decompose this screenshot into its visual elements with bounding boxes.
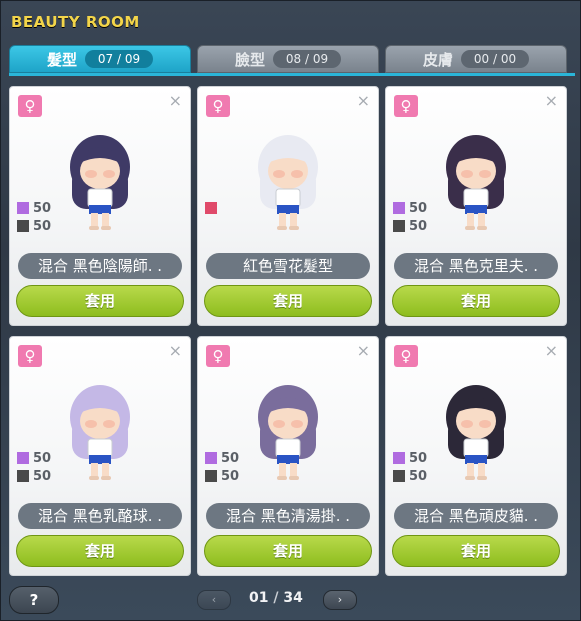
apply-button[interactable]: 套用 [16,285,184,317]
hair-card[interactable]: ♀ × 50 50 混合 黑色頑皮貓. . 套用 [385,336,567,576]
bottom-bar: ? ‹ 01 / 34 › [1,586,581,616]
color-swatch [17,452,29,464]
color-swatch-row: 50 [205,467,239,485]
tab-hair-label: 髮型 [46,50,77,69]
color-swatch [393,470,405,482]
close-icon[interactable]: × [357,343,370,359]
color-mix-swatches: 50 50 [393,449,427,485]
apply-button[interactable]: 套用 [16,535,184,567]
apply-button[interactable]: 套用 [204,285,372,317]
tab-hair[interactable]: 髮型 07 / 09 [9,45,191,73]
color-swatch-row: 50 [393,449,427,467]
character-avatar [446,135,506,230]
page-indicator: 01 / 34 [249,590,303,606]
color-swatch [393,202,405,214]
color-swatch [17,470,29,482]
color-percent: 50 [409,450,428,466]
close-icon[interactable]: × [545,93,558,109]
color-percent: 50 [409,218,428,234]
tab-hair-count: 07 / 09 [85,50,153,68]
hair-card[interactable]: ♀ × 50 50 混合 黑色乳酪球. . 套用 [9,336,191,576]
color-percent: 50 [33,200,52,216]
color-swatch-row: 50 [17,467,51,485]
color-percent: 50 [221,468,240,484]
hair-name-label: 混合 黑色清湯掛. . [206,503,370,529]
color-percent: 50 [221,450,240,466]
apply-button[interactable]: 套用 [392,535,560,567]
color-mix-swatches: 50 50 [393,199,427,235]
color-mix-swatches: 50 50 [17,199,51,235]
page-separator: / [273,590,279,606]
color-percent: 50 [33,450,52,466]
tab-face-label: 臉型 [234,50,265,69]
color-percent: 50 [409,200,428,216]
window-title: BEAUTY ROOM [11,13,140,31]
color-swatch [17,220,29,232]
character-avatar [258,385,318,480]
beauty-room-window: BEAUTY ROOM 髮型 07 / 09 臉型 08 / 09 皮膚 00 … [0,0,581,621]
character-avatar [70,135,130,230]
close-icon[interactable]: × [169,93,182,109]
color-swatch [393,220,405,232]
female-icon: ♀ [394,95,418,117]
next-page-button[interactable]: › [323,590,357,610]
female-icon: ♀ [394,345,418,367]
close-icon[interactable]: × [169,343,182,359]
color-swatch-row: 50 [17,199,51,217]
hair-name-label: 紅色雪花髮型 [206,253,370,279]
tab-underline [9,73,575,76]
color-swatch [205,452,217,464]
character-avatar [258,135,318,230]
tab-bar: 髮型 07 / 09 臉型 08 / 09 皮膚 00 / 00 [9,45,575,75]
color-mix-swatches: 50 50 [17,449,51,485]
color-swatch-row [205,199,221,217]
female-icon: ♀ [18,345,42,367]
female-icon: ♀ [18,95,42,117]
help-button[interactable]: ? [9,586,59,614]
hair-name-label: 混合 黑色克里夫. . [394,253,558,279]
color-percent: 50 [33,468,52,484]
hair-card[interactable]: ♀ × 50 50 混合 黑色陰陽師. . 套用 [9,86,191,326]
hair-name-label: 混合 黑色陰陽師. . [18,253,182,279]
tab-face-count: 08 / 09 [273,50,341,68]
color-swatch [205,202,217,214]
tab-skin-label: 皮膚 [422,50,453,69]
close-icon[interactable]: × [545,343,558,359]
color-swatch-row: 50 [205,449,239,467]
current-page: 01 [249,590,269,606]
hair-card[interactable]: ♀ × 紅色雪花髮型套用 [197,86,379,326]
color-swatch-row: 50 [17,449,51,467]
character-avatar [70,385,130,480]
color-swatch-row: 50 [17,217,51,235]
tab-face[interactable]: 臉型 08 / 09 [197,45,379,73]
hair-card[interactable]: ♀ × 50 50 混合 黑色清湯掛. . 套用 [197,336,379,576]
color-mix-swatches [205,199,221,217]
tab-skin-count: 00 / 00 [461,50,529,68]
color-swatch [205,470,217,482]
female-icon: ♀ [206,345,230,367]
prev-page-button[interactable]: ‹ [197,590,231,610]
female-icon: ♀ [206,95,230,117]
color-swatch-row: 50 [393,217,427,235]
color-swatch [17,202,29,214]
hair-name-label: 混合 黑色乳酪球. . [18,503,182,529]
color-swatch [393,452,405,464]
character-avatar [446,385,506,480]
color-percent: 50 [33,218,52,234]
hair-card[interactable]: ♀ × 50 50 混合 黑色克里夫. . 套用 [385,86,567,326]
tab-skin[interactable]: 皮膚 00 / 00 [385,45,567,73]
pagination: ‹ 01 / 34 › [197,590,357,610]
color-swatch-row: 50 [393,199,427,217]
total-pages: 34 [283,590,303,606]
apply-button[interactable]: 套用 [204,535,372,567]
hair-name-label: 混合 黑色頑皮貓. . [394,503,558,529]
color-swatch-row: 50 [393,467,427,485]
apply-button[interactable]: 套用 [392,285,560,317]
color-mix-swatches: 50 50 [205,449,239,485]
close-icon[interactable]: × [357,93,370,109]
color-percent: 50 [409,468,428,484]
